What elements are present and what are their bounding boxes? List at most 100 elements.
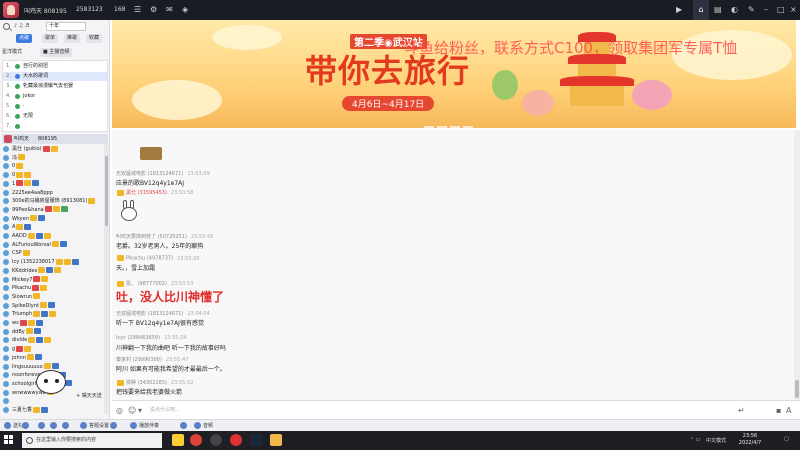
- chat-message-header[interactable]: Icyc (298463659) 23:55:24: [116, 335, 187, 341]
- song-item[interactable]: 5. ·: [3, 102, 107, 111]
- maximize-icon[interactable]: □: [777, 5, 785, 15]
- mic-tool[interactable]: [22, 422, 31, 430]
- screen-tool[interactable]: [62, 422, 71, 430]
- close-icon[interactable]: ×: [790, 5, 797, 15]
- taskbar-search-input[interactable]: 在这里输入你要搜索的内容: [22, 433, 162, 448]
- user-list-item[interactable]: KKddrides: [2, 267, 104, 275]
- scrollbar-thumb[interactable]: [795, 380, 799, 398]
- tab-request[interactable]: 点歌: [16, 34, 33, 43]
- chat-message-header[interactable]: 无双猛戒电影 (1813124671) 23:54:54: [116, 310, 210, 317]
- song-item[interactable]: 2. 大水的歌词: [3, 72, 107, 81]
- audio-tool[interactable]: 音频: [194, 422, 213, 430]
- voice-tool[interactable]: [38, 422, 47, 430]
- user-list-item[interactable]: CSP: [2, 249, 104, 257]
- effects-tool[interactable]: [180, 422, 189, 430]
- user-list-item[interactable]: 0: [2, 171, 104, 179]
- user-list-item[interactable]: 2225ee4aa8ppp: [2, 189, 104, 197]
- input-method[interactable]: 中文模式: [706, 437, 726, 444]
- play-accompaniment-tool[interactable]: 播放伴奏: [130, 422, 159, 430]
- event-banner[interactable]: 第二季◉武汉站 带你去旅行 4月6日~4月17日 斗鱼给粉丝，联系方式C100，…: [112, 20, 796, 128]
- message-icon[interactable]: ▤: [714, 5, 722, 15]
- chat-username[interactable]: Icyc (298463659): [116, 335, 160, 341]
- user-list-item[interactable]: 冯: [2, 154, 104, 162]
- netease-music-icon[interactable]: [230, 434, 242, 446]
- minimize-icon[interactable]: –: [764, 5, 768, 15]
- song-item[interactable]: 6. 无限: [3, 112, 107, 121]
- user-list-item[interactable]: johnn: [2, 354, 104, 362]
- chrome-icon[interactable]: [190, 434, 202, 446]
- gamepad-icon[interactable]: ◎: [116, 406, 123, 415]
- user-list-item[interactable]: Pikachu: [2, 284, 104, 292]
- tv-icon[interactable]: ▶: [676, 5, 682, 15]
- obs-icon[interactable]: [210, 434, 222, 446]
- chevron-down-icon[interactable]: ▾: [138, 406, 142, 415]
- search-icon[interactable]: [3, 23, 10, 30]
- chat-message-header[interactable]: Pikachu (4978737) 23:53:20: [116, 255, 199, 262]
- home-icon[interactable]: ⌂: [693, 0, 709, 20]
- user-list-item[interactable]: 黑仕 (guitio): [2, 145, 104, 153]
- song-item[interactable]: 1. 自行的别扭: [3, 62, 107, 71]
- chat-username[interactable]: 搞种 (34302283): [126, 380, 167, 386]
- user-list-item[interactable]: 三夏七香: [2, 406, 104, 414]
- tab-songlist[interactable]: 歌单: [42, 34, 59, 43]
- chat-username[interactable]: 无双猛戒电影 (1813124671): [116, 311, 183, 317]
- chat-username[interactable]: 黑仕 (31595453): [126, 190, 167, 196]
- chat-message-header[interactable]: 叫鸡天要搞到死了 (50720251) 23:53:45: [116, 233, 213, 240]
- chat-input[interactable]: 说点什么吧...: [148, 404, 728, 416]
- skin-icon[interactable]: ✎: [748, 5, 755, 15]
- font-icon[interactable]: A: [786, 406, 791, 415]
- user-list-item[interactable]: Triumph: [2, 310, 104, 318]
- song-search-input[interactable]: 十年: [46, 22, 86, 31]
- chat-scrollbar[interactable]: [794, 130, 800, 400]
- user-list-item[interactable]: Mickey7: [2, 276, 104, 284]
- chat-username[interactable]: 秦家村 (29990300): [116, 357, 162, 363]
- share-tool[interactable]: [110, 422, 119, 430]
- chat-username[interactable]: 无双猛戒电影 (1813124671): [116, 171, 183, 177]
- app-avatar-icon[interactable]: [3, 2, 19, 18]
- user-list-item[interactable]: ALFuriouWorval: [2, 241, 104, 249]
- user-list-item[interactable]: 0: [2, 162, 104, 170]
- file-explorer-icon[interactable]: [172, 434, 184, 446]
- settings-icon[interactable]: ⚙: [150, 5, 157, 15]
- user-list-item[interactable]: A: [2, 223, 104, 231]
- notification-icon[interactable]: ▢: [784, 436, 789, 442]
- message-icon[interactable]: ✉: [166, 5, 173, 15]
- user-list-item[interactable]: Icy (1352238017: [2, 258, 104, 266]
- song-item[interactable]: 4. jokor: [3, 92, 107, 101]
- user-list-item[interactable]: divide: [2, 336, 104, 344]
- send-icon[interactable]: ↵: [738, 406, 745, 415]
- windows-start-icon[interactable]: [4, 435, 14, 445]
- gamepad-icon[interactable]: ◐: [731, 5, 738, 15]
- chat-message-header[interactable]: 黑仕 (31595453) 23:53:58: [116, 189, 193, 196]
- user-list-item[interactable]: 99Peo&hana: [2, 206, 104, 214]
- anchor-audio-button[interactable]: ■ 主播音频: [40, 48, 73, 57]
- scrollbar-thumb[interactable]: [105, 156, 108, 226]
- font-color-icon[interactable]: ▪: [776, 406, 781, 415]
- user-list-item[interactable]: Slowrun: [2, 293, 104, 301]
- list-icon[interactable]: ☰: [134, 5, 141, 15]
- chat-username[interactable]: Pikachu (4978737): [126, 256, 173, 262]
- quiz-settings-tool[interactable]: 答题设置: [80, 422, 109, 430]
- user-list-item[interactable]: Wkyen: [2, 215, 104, 223]
- camera-tool[interactable]: [50, 422, 59, 430]
- chat-username[interactable]: 氪。 (98777002): [126, 281, 167, 287]
- user-list-scrollbar[interactable]: [104, 144, 109, 414]
- emoji-icon[interactable]: ☺: [128, 406, 136, 415]
- tab-favorite[interactable]: 收藏: [86, 34, 103, 43]
- user-list-item[interactable]: 300e的马桶房屋服饰 (8913081): [2, 197, 104, 205]
- clock[interactable]: 23:56 2022/4/7: [730, 433, 770, 447]
- chat-message-header[interactable]: 秦家村 (29990300) 23:55:47: [116, 356, 188, 363]
- banner-pagination[interactable]: [424, 123, 484, 128]
- user-list-item[interactable]: ddBy: [2, 328, 104, 336]
- chat-message-header[interactable]: 氪。 (98777002) 23:53:53: [116, 280, 193, 287]
- tray-icons[interactable]: ⌃ ▭: [690, 437, 701, 443]
- user-list-item[interactable]: 1: [2, 180, 104, 188]
- user-list-item[interactable]: ws: [2, 319, 104, 327]
- chat-username[interactable]: 叫鸡天要搞到死了 (50720251): [116, 234, 187, 240]
- gift-icon[interactable]: ◈: [182, 5, 188, 15]
- gift-tool[interactable]: 送礼: [4, 422, 23, 430]
- user-list-item[interactable]: AADD: [2, 232, 104, 240]
- douyu-icon[interactable]: [270, 434, 282, 446]
- user-list-item[interactable]: g: [2, 345, 104, 353]
- song-item[interactable]: 3. 牝藏最浪漫懈气去也罢: [3, 82, 107, 91]
